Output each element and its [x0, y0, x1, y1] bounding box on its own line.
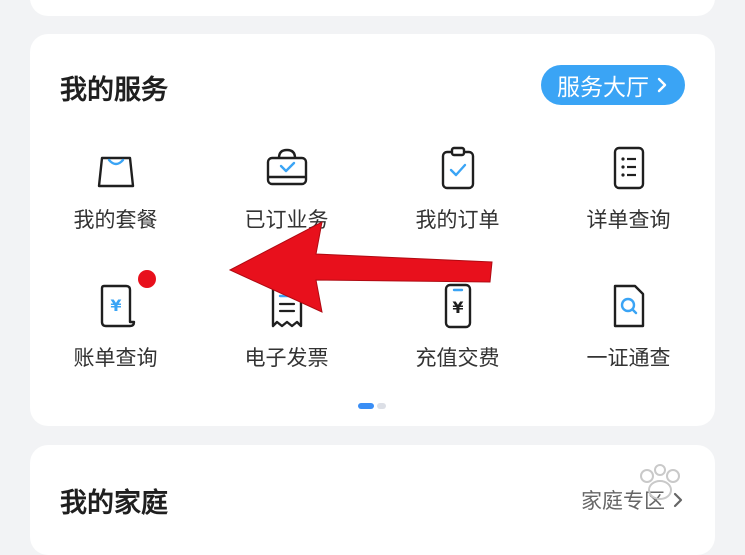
service-label: 账单查询: [73, 346, 158, 370]
service-label: 我的订单: [415, 208, 500, 232]
service-label: 电子发票: [244, 346, 329, 370]
service-label: 详单查询: [586, 208, 671, 232]
doc-search-icon: [613, 284, 644, 328]
bag-check-icon: [266, 148, 307, 186]
page-dot: [377, 403, 386, 409]
page-dot-active: [358, 403, 374, 409]
section-title: 我的家庭: [60, 488, 168, 519]
chevron-right-icon: [657, 77, 667, 93]
service-detail-query[interactable]: 详单查询: [543, 144, 714, 234]
service-my-plan[interactable]: 我的套餐: [30, 144, 201, 234]
my-family-card: 我的家庭 家庭专区: [30, 445, 715, 555]
service-my-orders[interactable]: 我的订单: [372, 144, 543, 234]
svg-text:¥: ¥: [452, 298, 463, 317]
shopping-bag-icon: [97, 156, 134, 188]
service-id-check[interactable]: 一证通查: [543, 282, 714, 372]
clipboard-check-icon: [441, 146, 474, 190]
phone-yen-icon: ¥: [444, 283, 471, 329]
receipt-icon: [271, 284, 302, 328]
section-title: 我的服务: [60, 75, 168, 106]
family-zone-label: 家庭专区: [581, 489, 665, 513]
notification-badge: [138, 270, 156, 288]
service-top-up[interactable]: ¥ 充值交费: [372, 282, 543, 372]
chevron-right-icon: [673, 492, 683, 508]
service-hall-label: 服务大厅: [557, 75, 649, 101]
list-doc-icon: [613, 146, 644, 190]
bill-yen-icon: ¥: [100, 284, 135, 328]
top-card: [30, 0, 715, 16]
service-hall-button[interactable]: 服务大厅: [541, 65, 685, 105]
service-label: 一证通查: [586, 346, 671, 370]
page-indicator: [358, 403, 386, 409]
service-label: 已订业务: [244, 208, 329, 232]
family-zone-link[interactable]: 家庭专区: [581, 485, 685, 515]
svg-text:¥: ¥: [110, 296, 121, 315]
service-label: 我的套餐: [73, 208, 158, 232]
service-subscribed[interactable]: 已订业务: [201, 144, 372, 234]
service-e-invoice[interactable]: 电子发票: [201, 282, 372, 372]
service-bill-query[interactable]: ¥ 账单查询: [30, 282, 201, 372]
my-services-card: 我的服务 服务大厅 我的套餐 已订业务 我的订单 详单查询 ¥ 账单查询 电子发…: [30, 34, 715, 426]
service-label: 充值交费: [415, 346, 500, 370]
